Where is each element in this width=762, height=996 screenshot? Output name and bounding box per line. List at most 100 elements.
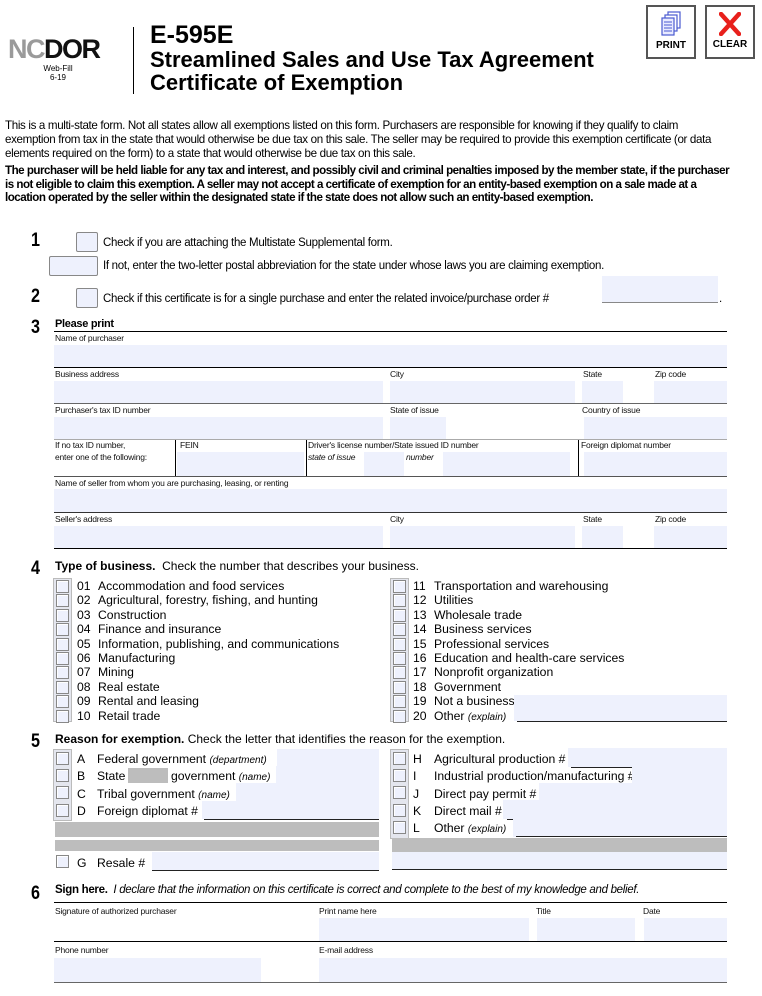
business-type-08-checkbox[interactable] xyxy=(56,680,69,694)
business-type-19-checkbox[interactable] xyxy=(393,695,406,709)
seller-name-input[interactable] xyxy=(54,489,727,512)
reason-i-checkbox[interactable] xyxy=(393,769,406,782)
seller-address-input[interactable] xyxy=(54,526,383,548)
reason-a-checkbox[interactable] xyxy=(56,752,69,765)
business-type-label: Education and health-care services xyxy=(434,651,625,665)
seller-state-input[interactable] xyxy=(582,526,623,548)
reason-b-input[interactable] xyxy=(276,766,379,784)
reason-d-checkbox[interactable] xyxy=(56,804,69,817)
reason-i-input[interactable] xyxy=(632,766,727,784)
business-type-10-checkbox[interactable] xyxy=(56,709,69,723)
seller-zip-input[interactable] xyxy=(654,526,727,548)
business-type-code: 01 xyxy=(77,579,91,593)
business-type-code: 20 xyxy=(413,708,427,723)
phone-input[interactable] xyxy=(54,958,261,982)
business-type-code: 05 xyxy=(77,636,91,651)
reason-i-label: Industrial production/manufacturing # xyxy=(434,769,635,783)
business-type-09-checkbox[interactable] xyxy=(56,695,69,709)
underline xyxy=(392,869,727,870)
date-input[interactable] xyxy=(644,918,727,941)
reason-j-checkbox[interactable] xyxy=(393,786,406,799)
business-type-07-checkbox[interactable] xyxy=(56,666,69,680)
foreign-diplomat-input[interactable] xyxy=(584,452,727,476)
reason-h-input[interactable] xyxy=(568,748,727,767)
print-button[interactable]: PRINT xyxy=(646,5,696,59)
reason-l-continuation-input[interactable] xyxy=(392,852,727,869)
fein-input[interactable] xyxy=(177,452,304,476)
business-type-16-checkbox[interactable] xyxy=(393,652,406,665)
dl-state-input[interactable] xyxy=(364,452,404,476)
reason-b-checkbox[interactable] xyxy=(56,769,69,782)
reason-c-input[interactable] xyxy=(236,783,379,801)
business-type-item: 14 Business services xyxy=(413,622,532,636)
print-name-input[interactable] xyxy=(319,918,529,941)
business-type-label: Mining xyxy=(98,665,134,680)
reason-b-state-dropdown[interactable] xyxy=(128,768,168,783)
business-type-02-checkbox[interactable] xyxy=(56,594,69,608)
state-abbreviation-input[interactable] xyxy=(49,256,98,276)
business-type-label: Agricultural, forestry, fishing, and hun… xyxy=(98,593,318,608)
business-type-label: Other xyxy=(434,708,465,723)
divider xyxy=(54,476,727,477)
reason-a-input[interactable] xyxy=(277,749,379,767)
business-type-label: Transportation and warehousing xyxy=(434,579,609,593)
business-type-13-checkbox[interactable] xyxy=(393,608,406,622)
underline xyxy=(516,836,727,837)
business-type-item: 17 Nonprofit organization xyxy=(413,665,553,679)
business-address-input[interactable] xyxy=(54,381,383,403)
reason-c-checkbox[interactable] xyxy=(56,786,69,799)
business-type-20-checkbox[interactable] xyxy=(393,709,406,723)
reason-k-checkbox[interactable] xyxy=(393,804,406,817)
business-type-12-checkbox[interactable] xyxy=(393,594,406,608)
signature-area[interactable] xyxy=(54,918,312,941)
business-type-06-checkbox[interactable] xyxy=(56,652,69,665)
business-type-item: 15 Professional services xyxy=(413,637,549,651)
reason-g-input[interactable] xyxy=(152,852,379,870)
reason-d-input[interactable] xyxy=(202,801,379,819)
email-input[interactable] xyxy=(319,958,727,982)
dl-number-input[interactable] xyxy=(443,452,570,476)
reason-h-checkbox[interactable] xyxy=(393,752,406,765)
business-type-03-checkbox[interactable] xyxy=(56,608,69,622)
reason-l-input[interactable] xyxy=(513,818,727,837)
single-purchase-checkbox[interactable] xyxy=(76,288,98,308)
business-type-15-checkbox[interactable] xyxy=(393,637,406,651)
state-of-issue-input[interactable] xyxy=(390,417,446,439)
city-input[interactable] xyxy=(390,381,575,403)
country-of-issue-input[interactable] xyxy=(584,417,727,439)
business-type-14-checkbox[interactable] xyxy=(393,623,406,637)
tax-id-input[interactable] xyxy=(54,417,383,439)
other-explain-input[interactable] xyxy=(514,695,727,721)
print-name-label: Print name here xyxy=(319,906,377,916)
state-input[interactable] xyxy=(582,381,623,403)
underline xyxy=(152,870,379,871)
divider xyxy=(578,440,579,476)
business-type-11-checkbox[interactable] xyxy=(393,580,406,593)
zip-input[interactable] xyxy=(654,381,727,403)
business-type-17-checkbox[interactable] xyxy=(393,666,406,680)
business-type-18-checkbox[interactable] xyxy=(393,680,406,694)
seller-city-input[interactable] xyxy=(390,526,575,548)
purchaser-name-input[interactable] xyxy=(54,345,727,367)
reason-k-input[interactable] xyxy=(503,800,727,819)
email-label: E-mail address xyxy=(319,945,373,955)
clear-button[interactable]: CLEAR xyxy=(705,5,755,59)
reason-j-input[interactable] xyxy=(539,783,727,801)
type-of-business-instruction: Check the number that describes your bus… xyxy=(162,559,419,573)
title-input[interactable] xyxy=(537,918,635,941)
reason-h-letter: H xyxy=(413,752,422,766)
business-type-label: Utilities xyxy=(434,593,474,608)
intro-paragraph: This is a multi-state form. Not all stat… xyxy=(5,119,712,160)
business-type-05-checkbox[interactable] xyxy=(56,637,69,651)
invoice-number-input[interactable] xyxy=(602,276,718,303)
reason-g-checkbox[interactable] xyxy=(56,855,69,868)
reason-c-label: Tribal government (name) xyxy=(97,787,230,801)
reason-c-text: Tribal government xyxy=(97,787,195,801)
reason-b-note: (name) xyxy=(238,772,271,783)
multistate-supplemental-checkbox[interactable] xyxy=(76,232,98,252)
reason-g-letter: G xyxy=(77,856,87,870)
business-type-04-checkbox[interactable] xyxy=(56,623,69,637)
reason-l-checkbox[interactable] xyxy=(393,821,406,834)
divider xyxy=(175,440,176,476)
business-type-01-checkbox[interactable] xyxy=(56,580,69,593)
